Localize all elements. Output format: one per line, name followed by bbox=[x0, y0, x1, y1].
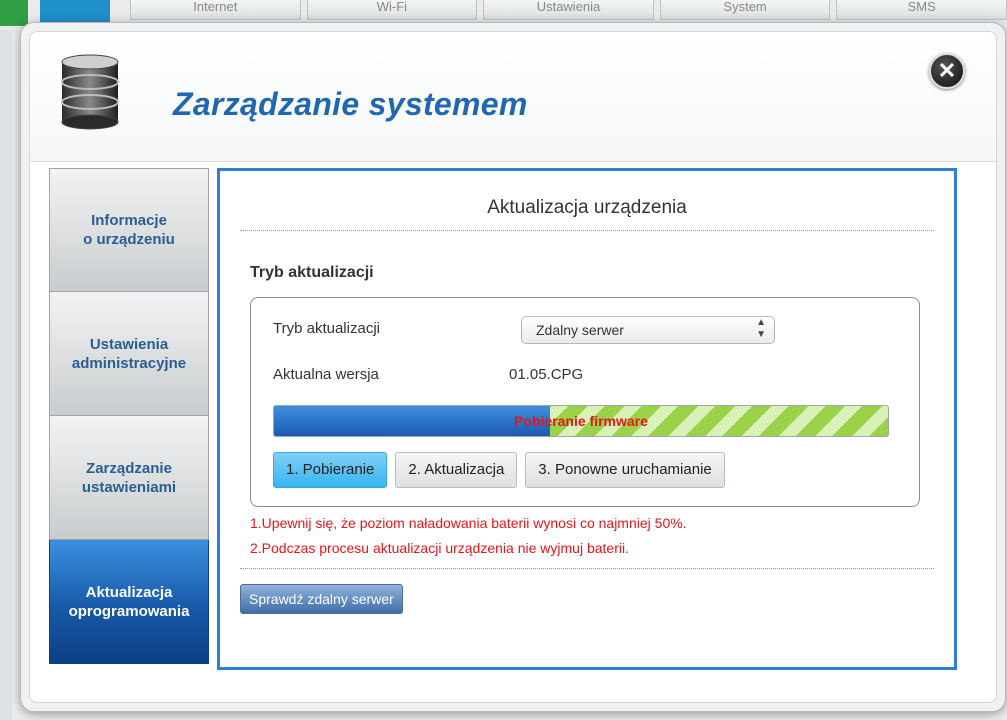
background-nav: Internet Wi-Fi Ustawienia System SMS bbox=[130, 0, 1007, 24]
select-arrows-icon: ▲ ▼ bbox=[756, 317, 766, 340]
database-icon bbox=[61, 54, 119, 130]
step-download[interactable]: 1. Pobieranie bbox=[273, 452, 388, 488]
section-title: Tryb aktualizacji bbox=[250, 264, 374, 281]
sidebar-item-admin-settings[interactable]: Ustawienia administracyjne bbox=[49, 292, 209, 416]
version-label: Aktualna wersja bbox=[273, 366, 379, 383]
sidebar-item-label: Informacje o urządzeniu bbox=[83, 211, 175, 249]
sidebar-item-label: Ustawienia administracyjne bbox=[72, 335, 186, 373]
update-steps: 1. Pobieranie 2. Aktualizacja 3. Ponowne… bbox=[273, 452, 725, 488]
sidebar-item-settings-management[interactable]: Zarządzanie ustawieniami bbox=[49, 416, 209, 540]
background-tab[interactable]: SMS bbox=[836, 0, 1007, 20]
modal-header: Zarządzanie systemem bbox=[30, 32, 996, 162]
download-progress-bar: Pobieranie firmware bbox=[273, 405, 889, 437]
sidebar-label-line: administracyjne bbox=[71, 354, 187, 372]
background-tab[interactable]: Wi-Fi bbox=[306, 0, 478, 20]
sidebar: Informacje o urządzeniu Ustawienia admin… bbox=[49, 168, 209, 664]
sidebar-item-software-update[interactable]: Aktualizacja oprogramowania bbox=[49, 540, 209, 664]
step-update[interactable]: 2. Aktualizacja bbox=[395, 452, 518, 488]
close-button[interactable]: ✕ bbox=[929, 53, 965, 89]
sidebar-label-line: Zarządzanie bbox=[86, 459, 172, 477]
sidebar-label-line: oprogramowania bbox=[68, 602, 190, 620]
check-remote-server-button[interactable]: Sprawdź zdalny serwer bbox=[240, 584, 403, 614]
mode-label: Tryb aktualizacji bbox=[273, 320, 380, 337]
progress-label: Pobieranie firmware bbox=[514, 413, 648, 429]
update-mode-value: Zdalny serwer bbox=[536, 322, 624, 338]
sidebar-label-line: ustawieniami bbox=[81, 478, 177, 496]
background-tab[interactable]: Ustawienia bbox=[483, 0, 654, 20]
sidebar-item-label: Zarządzanie ustawieniami bbox=[82, 459, 176, 497]
close-icon: ✕ bbox=[937, 58, 957, 83]
update-mode-select[interactable]: Zdalny serwer ▲ ▼ bbox=[521, 316, 775, 344]
sidebar-item-label: Aktualizacja oprogramowania bbox=[69, 583, 190, 621]
update-mode-box: Tryb aktualizacji Zdalny serwer ▲ ▼ Aktua… bbox=[250, 297, 920, 507]
step-restart[interactable]: 3. Ponowne uruchamianie bbox=[525, 452, 725, 488]
sidebar-label-line: Informacje bbox=[91, 212, 167, 229]
sidebar-item-device-info[interactable]: Informacje o urządzeniu bbox=[49, 168, 209, 292]
content-panel: Aktualizacja urządzenia Tryb aktualizacj… bbox=[217, 168, 957, 670]
warning-note: 1.Upewnij się, że poziom naładowania bat… bbox=[250, 515, 687, 531]
sidebar-label-line: Ustawienia bbox=[89, 335, 169, 353]
background-tab[interactable]: Internet bbox=[130, 0, 301, 20]
sidebar-label-line: Aktualizacja bbox=[85, 583, 173, 601]
sidebar-label-line: o urządzeniu bbox=[83, 231, 175, 248]
modal-title: Zarządzanie systemem bbox=[173, 86, 528, 122]
version-value: 01.05.CPG bbox=[509, 366, 584, 383]
warning-note: 2.Podczas procesu aktualizacji urządzeni… bbox=[250, 540, 629, 556]
content-title: Aktualizacja urządzenia bbox=[240, 195, 934, 231]
system-management-modal: Zarządzanie systemem ✕ Informacje o urzą… bbox=[20, 22, 1006, 712]
divider bbox=[240, 568, 934, 569]
background-tab[interactable]: System bbox=[659, 0, 831, 20]
background-left-edge bbox=[0, 30, 12, 720]
